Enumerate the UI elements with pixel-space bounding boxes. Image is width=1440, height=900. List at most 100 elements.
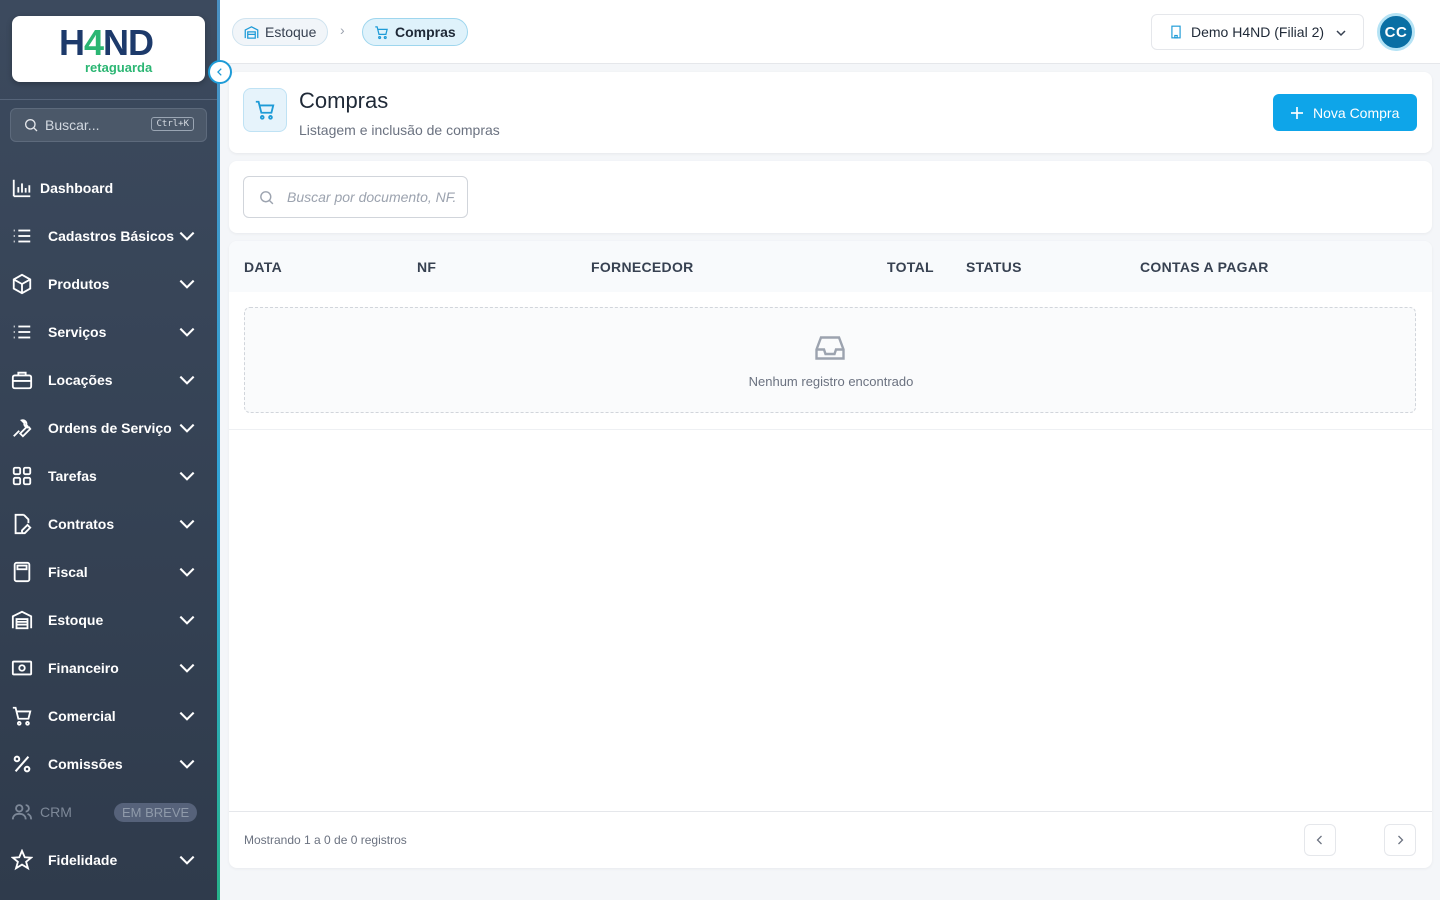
column-header-status[interactable]: STATUS [966,259,1022,275]
chevron-down-icon[interactable] [176,370,198,390]
column-header-total[interactable]: TOTAL [887,259,934,275]
chevron-down-icon[interactable] [176,658,198,678]
chevron-down-icon[interactable] [176,562,198,582]
chart-bar-icon [12,179,31,198]
previous-page-button[interactable] [1304,824,1336,856]
sidebar-item-label: Ordens de Serviço [48,420,172,436]
sidebar-item-label: Estoque [48,612,104,628]
sidebar-nav: Dashboard Cadastros Básicos Produtos Ser… [0,164,217,884]
sidebar-item-cadastros[interactable]: Cadastros Básicos [0,212,217,260]
chevron-down-icon[interactable] [176,418,198,438]
chevron-down-icon[interactable] [176,514,198,534]
new-purchase-button[interactable]: Nova Compra [1273,94,1417,131]
branch-name: Demo H4ND (Filial 2) [1191,24,1325,40]
breadcrumb-compras[interactable]: Compras [362,18,468,46]
chevron-left-icon [217,68,222,76]
logo[interactable]: H4ND retaguarda [12,16,205,82]
briefcase-icon [11,371,33,390]
search-icon [260,190,274,204]
page-header: Compras Listagem e inclusão de compras N… [229,72,1432,153]
warehouse-icon [11,610,33,630]
column-header-data[interactable]: DATA [244,259,282,275]
chevron-down-icon[interactable] [176,466,198,486]
sidebar-item-label: Tarefas [48,468,97,484]
sidebar: H4ND retaguarda Buscar... Ctrl+K Dashboa… [0,0,220,900]
sidebar-search-placeholder: Buscar... [45,117,100,133]
page-icon [243,88,287,132]
list-icon [13,229,31,243]
search-input[interactable] [287,189,457,205]
building-icon [1171,25,1181,39]
column-header-nf[interactable]: NF [417,259,436,275]
pagination-summary: Mostrando 1 a 0 de 0 registros [244,833,407,847]
sidebar-divider [0,99,217,100]
sidebar-item-tarefas[interactable]: Tarefas [0,452,217,500]
page-title: Compras [299,88,389,113]
document-edit-icon [14,513,32,535]
chevron-down-icon[interactable] [176,706,198,726]
next-page-button[interactable] [1384,824,1416,856]
sidebar-item-label: Serviços [48,324,107,340]
sidebar-item-label: Dashboard [40,180,114,196]
sidebar-item-label: Fidelidade [48,852,118,868]
chevron-down-icon [1336,30,1346,37]
cart-icon [255,100,275,120]
logo-subtitle: retaguarda [85,60,153,75]
list-icon [13,325,31,339]
sidebar-item-dashboard[interactable]: Dashboard [0,164,217,212]
plus-icon [1291,106,1303,119]
cart-icon [12,706,32,726]
empty-state-text: Nenhum registro encontrado [748,374,914,389]
chevron-right-icon [1398,835,1404,845]
sidebar-search[interactable]: Buscar... Ctrl+K [10,108,207,142]
sidebar-item-comissoes[interactable]: Comissões [0,740,217,788]
sidebar-item-contratos[interactable]: Contratos [0,500,217,548]
page-subtitle: Listagem e inclusão de compras [299,122,500,138]
coming-soon-badge: EM BREVE [114,803,198,822]
sidebar-item-label: Cadastros Básicos [48,228,175,244]
shortcut-hint: Ctrl+K [151,117,194,131]
chevron-down-icon[interactable] [176,610,198,630]
users-icon [11,804,33,820]
wrench-icon [13,419,32,438]
grid-icon [12,466,32,486]
chevron-down-icon[interactable] [176,322,198,342]
sidebar-item-produtos[interactable]: Produtos [0,260,217,308]
table-footer-divider [229,811,1432,812]
sidebar-item-estoque[interactable]: Estoque [0,596,217,644]
calculator-icon [13,561,31,583]
search-field[interactable] [243,176,468,218]
column-header-fornecedor[interactable]: FORNECEDOR [591,259,694,275]
sidebar-item-fidelidade[interactable]: Fidelidade [0,836,217,884]
avatar[interactable]: CC [1377,13,1415,51]
chevron-down-icon[interactable] [176,754,198,774]
breadcrumb-estoque[interactable]: Estoque [232,18,329,46]
branch-selector[interactable]: Demo H4ND (Filial 2) [1151,14,1364,50]
table-divider [229,429,1432,430]
sidebar-item-label: Contratos [48,516,115,532]
table-header: DATA NF FORNECEDOR TOTAL STATUS CONTAS A… [229,241,1432,292]
breadcrumb-separator: › [340,22,345,38]
sidebar-item-label: CRM [40,804,72,820]
sidebar-item-fiscal[interactable]: Fiscal [0,548,217,596]
logo-text: H4ND [59,22,154,63]
sidebar-item-ordens-servico[interactable]: Ordens de Serviço [0,404,217,452]
chevron-down-icon[interactable] [176,226,198,246]
chevron-down-icon[interactable] [176,850,198,870]
column-header-contas-a-pagar[interactable]: CONTAS A PAGAR [1140,259,1269,275]
sidebar-collapse-button[interactable] [208,60,232,84]
search-icon [25,119,38,132]
sidebar-item-servicos[interactable]: Serviços [0,308,217,356]
sidebar-item-financeiro[interactable]: Financeiro [0,644,217,692]
sidebar-item-label: Financeiro [48,660,119,676]
chevron-left-icon [1316,835,1322,845]
cube-icon [12,273,32,295]
sidebar-item-comercial[interactable]: Comercial [0,692,217,740]
topbar: Estoque › Compras Demo H4ND (Filial 2) C… [220,0,1440,64]
breadcrumb-label: Estoque [265,24,317,40]
sidebar-item-locacoes[interactable]: Locações [0,356,217,404]
empty-state: Nenhum registro encontrado [244,307,1416,413]
sidebar-item-label: Produtos [48,276,110,292]
sidebar-item-crm: CRM EM BREVE [0,788,217,836]
chevron-down-icon[interactable] [176,274,198,294]
